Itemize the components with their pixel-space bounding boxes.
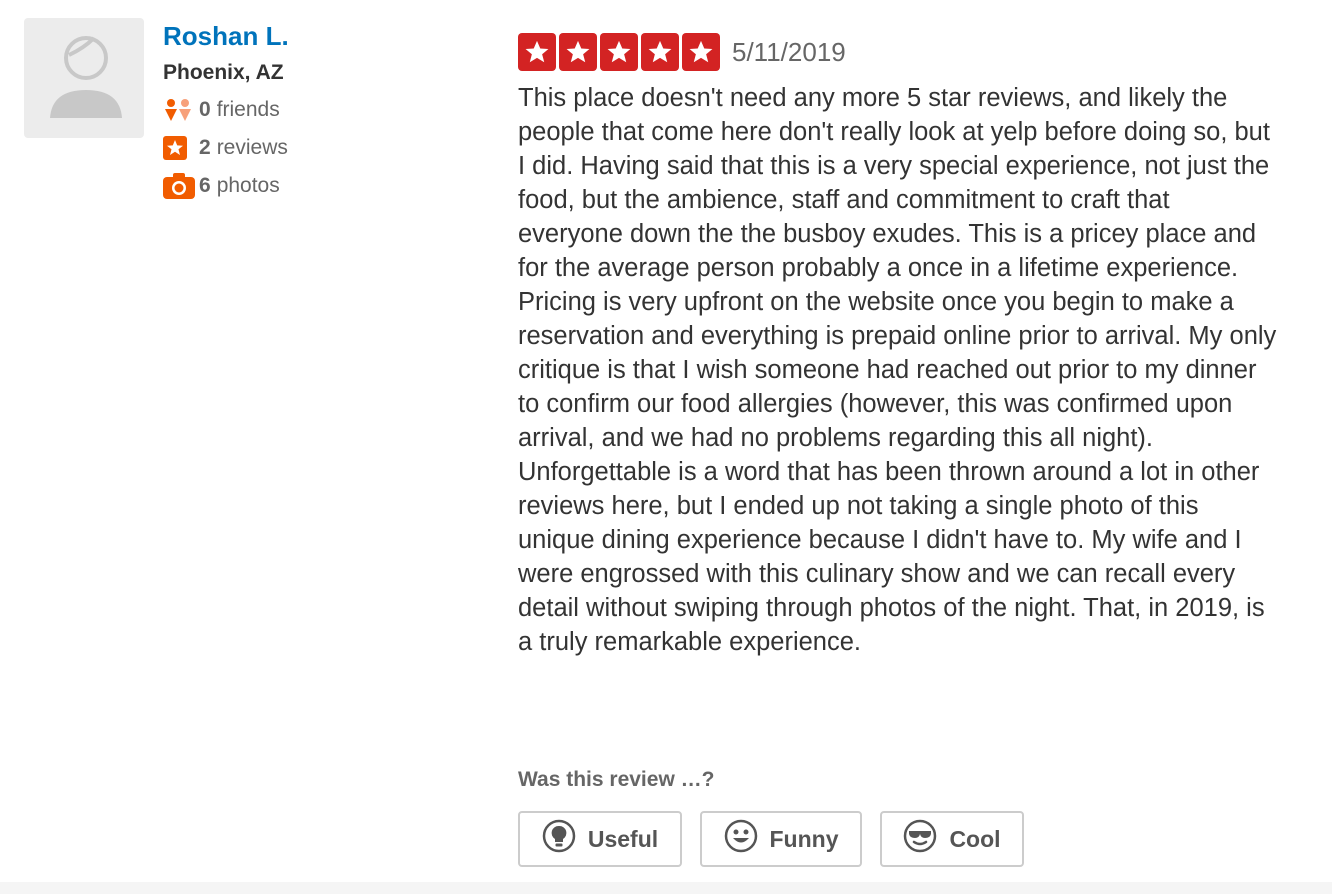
friends-stat: 0 friends	[163, 91, 289, 129]
reviews-stat: 2 reviews	[163, 129, 289, 167]
review-date: 5/11/2019	[732, 36, 846, 67]
footer-divider	[0, 882, 1332, 894]
photos-count: 6	[199, 174, 211, 197]
default-avatar-icon	[50, 36, 122, 118]
user-location: Phoenix, AZ	[163, 61, 284, 84]
funny-button[interactable]: Funny	[700, 811, 862, 867]
star-icon	[518, 33, 556, 71]
lightbulb-icon	[542, 819, 576, 859]
review-text: This place doesn't need any more 5 star …	[518, 84, 1277, 656]
rating-row: 5/11/2019	[518, 33, 1278, 71]
smiley-icon	[724, 819, 758, 859]
vote-prompt: Was this review …?	[518, 768, 715, 791]
friends-count: 0	[199, 98, 211, 121]
photos-label: photos	[216, 174, 280, 197]
avatar[interactable]	[24, 18, 144, 138]
sunglasses-icon	[903, 819, 937, 859]
friends-label: friends	[216, 98, 280, 121]
star-rating	[518, 33, 720, 71]
star-icon	[559, 33, 597, 71]
cool-label: Cool	[949, 825, 1001, 852]
reviews-star-icon	[163, 136, 199, 160]
funny-label: Funny	[769, 825, 839, 852]
review-content: 5/11/2019 This place doesn't need any mo…	[518, 33, 1278, 685]
friends-icon	[163, 98, 199, 122]
star-icon	[682, 33, 720, 71]
photos-stat: 6 photos	[163, 167, 289, 205]
reviews-count: 2	[199, 136, 211, 159]
star-icon	[641, 33, 679, 71]
star-icon	[600, 33, 638, 71]
cool-button[interactable]: Cool	[880, 811, 1024, 867]
user-passport: Roshan L. Phoenix, AZ 0 friends 2 review…	[163, 18, 289, 205]
useful-button[interactable]: Useful	[518, 811, 682, 867]
camera-icon	[163, 173, 199, 199]
useful-label: Useful	[587, 825, 659, 852]
user-name[interactable]: Roshan L.	[163, 18, 289, 54]
reviews-label: reviews	[216, 136, 288, 159]
